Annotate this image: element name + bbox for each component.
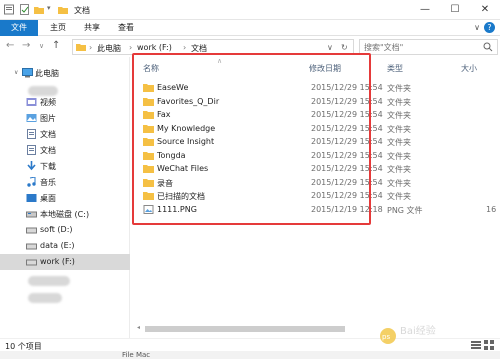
download-folder-icon [27,161,36,171]
nav-label: 文档 [40,146,56,155]
file-type: 文件夹 [387,97,411,107]
nav-item-drive-c[interactable]: 本地磁盘 (C:) [0,206,130,222]
nav-item-pictures[interactable]: 图片 [0,110,130,126]
file-type: 文件夹 [387,165,411,174]
nav-item-downloads[interactable]: 下载 [0,158,130,174]
background-window-strip: File Mac [0,351,500,359]
computer-icon [22,68,33,78]
file-size: 16 [486,204,497,214]
blurred-item [28,276,70,286]
tab-view[interactable]: 查看 [118,20,134,36]
file-type: 文件夹 [387,124,411,134]
scrollbar-thumb[interactable] [145,326,345,332]
nav-label: 下载 [40,162,56,171]
breadcrumb-separator: › [129,43,133,52]
horizontal-scrollbar[interactable]: ◂ [137,324,357,333]
file-type: 文件夹 [387,84,411,93]
nav-item-documents-2[interactable]: 文档 [0,142,130,158]
search-input[interactable] [364,40,476,54]
file-type: 文件夹 [387,151,411,161]
desktop-folder-icon [26,194,37,202]
document-folder-icon [27,145,36,155]
tab-file[interactable]: 文件 [0,20,38,36]
nav-label: 桌面 [40,194,56,203]
breadcrumb-separator: › [183,43,187,52]
drive-icon [26,227,37,234]
quick-access-dropdown-icon[interactable]: ▾ [47,4,51,12]
file-type: 文件夹 [387,111,411,120]
properties-icon[interactable] [20,4,30,15]
explorer-icon [4,4,14,15]
search-box[interactable] [359,39,498,55]
drive-icon [26,259,37,266]
nav-label: 此电脑 [35,69,59,78]
nav-item-drive-f[interactable]: work (F:) [0,254,130,270]
minimize-button[interactable]: — [410,0,440,20]
nav-item-drive-e[interactable]: data (E:) [0,238,130,254]
watermark-logo: ps Bai经验 [380,324,436,344]
nav-item-documents[interactable]: 文档 [0,126,130,142]
nav-label: work (F:) [40,257,75,266]
file-type: 文件夹 [387,192,411,201]
highlight-box [132,53,371,225]
back-button[interactable]: ← [6,40,14,51]
folder-icon [58,7,68,14]
nav-label: soft (D:) [40,225,73,234]
svg-text:ps: ps [382,333,390,341]
nav-item-desktop[interactable]: 桌面 [0,190,130,206]
picture-folder-icon [26,114,37,122]
window-title: 文档 [74,6,90,15]
breadcrumb-this-pc[interactable]: 此电脑 [97,43,121,54]
video-folder-icon [26,98,37,106]
help-button[interactable]: ? [484,22,495,33]
address-dropdown-icon[interactable]: ∨ [327,43,333,52]
tab-home[interactable]: 主页 [50,20,66,36]
new-folder-icon[interactable] [34,4,44,15]
blurred-item [28,293,62,303]
file-type: 文件夹 [387,138,411,147]
breadcrumb-work-drive[interactable]: work (F:) [137,43,172,52]
nav-item-drive-d[interactable]: soft (D:) [0,222,130,238]
title-bar: ▾ 文档 — ☐ ✕ [0,0,500,20]
maximize-button[interactable]: ☐ [440,0,470,20]
collapse-icon[interactable]: ∨ [14,69,18,76]
navigation-pane: ∨ 此电脑 视频 图片 文档 文档 下载 音乐 桌面 本地磁盘 (C:) sof… [0,57,130,338]
file-type: PNG 文件 [387,205,423,215]
nav-label: 本地磁盘 (C:) [40,210,90,219]
up-button[interactable]: ↑ [52,40,60,51]
nav-label: 视频 [40,98,56,107]
nav-label: 文档 [40,130,56,139]
nav-label: 音乐 [40,178,56,187]
breadcrumb-separator: › [89,43,93,52]
tab-share[interactable]: 共享 [84,20,100,36]
background-window-text: File Mac [122,351,151,359]
nav-item-music[interactable]: 音乐 [0,174,130,190]
ribbon-tabs: 文件 主页 共享 查看 ∨ ? [0,20,500,36]
document-folder-icon [27,129,36,139]
refresh-button[interactable]: ↻ [341,43,348,52]
folder-icon [76,44,86,51]
forward-button[interactable]: → [22,40,30,51]
svg-text:Bai经验: Bai经验 [400,324,436,337]
file-type: 文件夹 [387,178,411,188]
drive-icon [26,243,37,250]
music-folder-icon [27,177,36,187]
nav-label: 图片 [40,114,56,123]
expand-ribbon-icon[interactable]: ∨ [474,23,480,32]
recent-locations-button[interactable]: ∨ [39,42,44,50]
drive-icon [26,211,37,218]
column-header-size[interactable]: 大小 [461,63,477,74]
nav-label: data (E:) [40,241,75,250]
close-button[interactable]: ✕ [470,0,500,20]
nav-item-videos[interactable]: 视频 [0,94,130,110]
column-header-type[interactable]: 类型 [387,63,403,74]
nav-item-this-pc[interactable]: ∨ 此电脑 [0,65,130,81]
search-icon[interactable] [483,42,493,52]
scroll-left-icon[interactable]: ◂ [137,324,140,331]
